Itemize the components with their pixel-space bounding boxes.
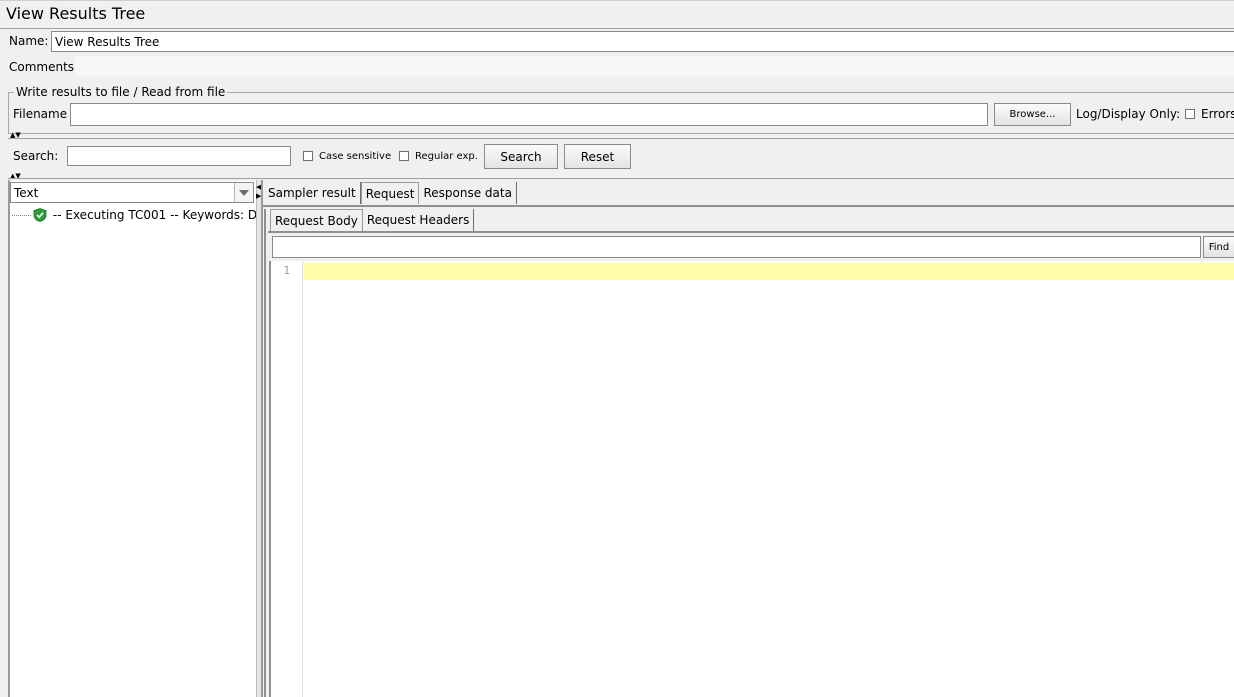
result-tabs: Sampler result Request Response data bbox=[264, 182, 517, 204]
name-field[interactable]: View Results Tree bbox=[51, 31, 1234, 52]
tree-item[interactable]: -- Executing TC001 -- Keywords: D bbox=[12, 207, 256, 223]
tab-request-body[interactable]: Request Body bbox=[270, 209, 363, 231]
log-display-label: Log/Display Only: bbox=[1076, 107, 1181, 121]
tree-connector bbox=[12, 214, 31, 216]
chevron-down-icon[interactable] bbox=[234, 183, 253, 202]
case-sensitive-checkbox[interactable] bbox=[303, 151, 313, 161]
errors-checkbox[interactable] bbox=[1185, 109, 1195, 119]
tab-request-headers[interactable]: Request Headers bbox=[363, 209, 475, 231]
title-separator bbox=[0, 28, 1234, 29]
errors-label: Errors bbox=[1201, 107, 1234, 121]
current-line-highlight bbox=[303, 263, 1234, 280]
find-button[interactable]: Find bbox=[1203, 236, 1234, 258]
search-button[interactable]: Search bbox=[484, 144, 558, 169]
subpanel-border bbox=[264, 209, 266, 697]
panel-title: View Results Tree bbox=[6, 4, 146, 23]
split-line-top bbox=[8, 138, 1234, 139]
regular-exp-checkbox[interactable] bbox=[399, 151, 409, 161]
right-panel-border bbox=[261, 180, 263, 697]
line-number: 1 bbox=[283, 264, 290, 277]
comments-field[interactable] bbox=[75, 56, 1234, 76]
name-field-value: View Results Tree bbox=[55, 35, 160, 49]
browse-button[interactable]: Browse... bbox=[994, 103, 1071, 126]
renderer-select[interactable]: Text bbox=[10, 182, 254, 203]
reset-button[interactable]: Reset bbox=[564, 144, 631, 169]
editor-gutter: 1 bbox=[271, 261, 303, 697]
subtab-content-border bbox=[268, 231, 1234, 233]
tab-sampler-result[interactable]: Sampler result bbox=[264, 182, 361, 204]
tree-item-label: -- Executing TC001 -- Keywords: D bbox=[52, 208, 256, 222]
search-label: Search: bbox=[13, 149, 59, 163]
tab-content-border bbox=[263, 205, 1234, 207]
success-shield-icon bbox=[33, 208, 47, 222]
left-panel bbox=[10, 181, 256, 697]
find-input[interactable] bbox=[272, 236, 1201, 258]
comments-label: Comments: bbox=[9, 60, 79, 74]
filename-input[interactable] bbox=[70, 103, 988, 126]
tab-response-data[interactable]: Response data bbox=[419, 182, 517, 204]
request-body-editor[interactable]: 1 bbox=[271, 261, 1234, 697]
file-groupbox-legend: Write results to file / Read from file bbox=[14, 85, 228, 99]
window-top-border bbox=[0, 0, 1234, 1]
regular-exp-label: Regular exp. bbox=[415, 151, 478, 162]
filename-label: Filename bbox=[13, 107, 68, 121]
search-input[interactable] bbox=[67, 146, 291, 166]
case-sensitive-label: Case sensitive bbox=[319, 151, 392, 162]
renderer-select-value: Text bbox=[14, 186, 39, 200]
tab-request[interactable]: Request bbox=[360, 182, 420, 204]
request-sub-tabs: Request Body Request Headers bbox=[270, 209, 475, 231]
split-line-bottom bbox=[8, 178, 1234, 179]
name-label: Name: bbox=[9, 34, 49, 48]
